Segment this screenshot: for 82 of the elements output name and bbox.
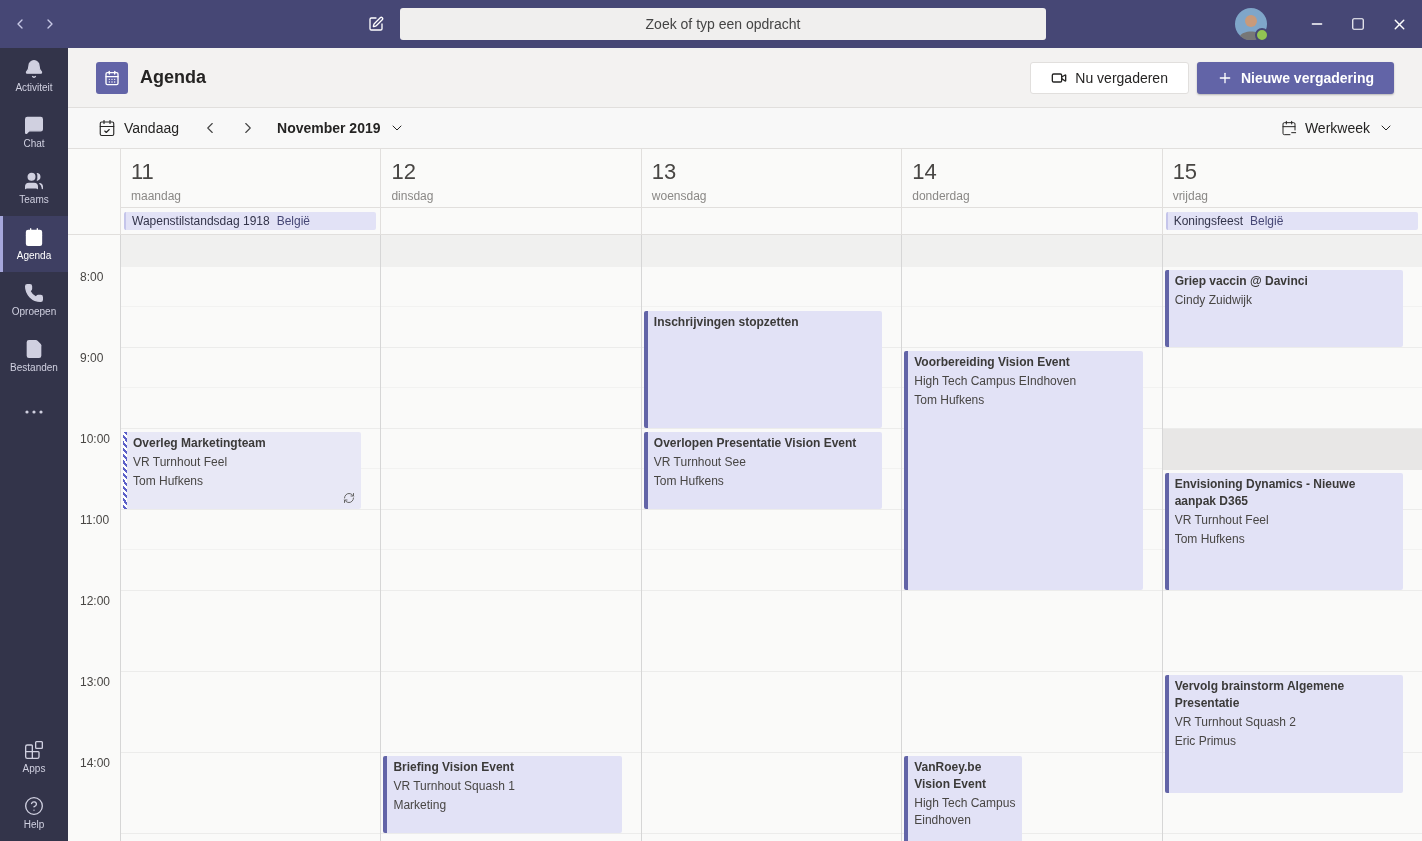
day-number: 13 [651,159,677,185]
event-detail: VR Turnhout Squash 2 [1174,714,1298,731]
view-dropdown[interactable]: Werkweek [1280,120,1394,136]
weekday-label: vrijdag [1172,189,1208,203]
event-title: VanRoey.be Vision Event [914,759,988,793]
sidebar-icon [24,339,44,359]
day-number: 11 [131,159,154,185]
event-detail: High Tech Campus EIndhoven [914,373,1078,390]
search-field[interactable]: Zoek of typ een opdracht [400,8,1046,40]
calendar-event[interactable]: Griep vaccin @ Davinci Cindy Zuidwijk [1164,270,1404,347]
hour-label: 13:00 [80,675,111,689]
calendar-icon [1280,120,1297,136]
event-title: Overlopen Presentatie Vision Event [653,435,858,452]
event-detail: Tom Hufkens [1174,530,1246,548]
sidebar-icon [24,59,44,79]
sidebar-icon [24,171,44,191]
event-detail: Eric Primus [1174,733,1237,750]
sidebar-item[interactable]: Agenda [0,216,68,272]
weekday-label: dinsdag [391,189,434,203]
sidebar-item[interactable]: Teams [0,160,68,216]
sidebar-icon [24,740,44,760]
hour-label: 10:00 [80,432,111,446]
event-title: Inschrijvingen stopzetten [653,313,800,331]
sidebar-icon [24,115,44,135]
event-detail: Tom Hufkens [133,473,205,490]
maximize-icon[interactable] [1351,17,1365,31]
event-detail: VR Turnhout Squash 1 [393,778,516,795]
sidebar-item[interactable]: Oproepen [0,272,68,328]
calendar-app-icon [96,61,128,94]
calendar-event[interactable]: Inschrijvingen stopzetten [643,310,883,428]
month-dropdown[interactable]: November 2019 [277,120,405,136]
today-button[interactable]: Vandaag [98,119,179,137]
calendar-event[interactable]: Vervolg brainstorm Algemene Presentatie VR Turnhout Squash 2 Eric Primus [1164,675,1404,793]
day-number: 15 [1172,159,1198,185]
calendar-event[interactable]: Envisioning Dynamics - Nieuwe aanpak D365 VR Turnhout Feel Tom Hufkens [1164,472,1404,590]
new-meeting-button[interactable]: Nieuwe vergadering [1196,61,1394,94]
holiday-event[interactable]: Wapenstilstandsdag 1918 België [124,212,377,230]
hour-label: 11:00 [80,513,110,527]
avatar[interactable] [1235,8,1267,40]
event-detail: Cindy Zuidwijk [1174,292,1253,309]
event-detail: VR Turnhout Feel [133,454,229,471]
event-detail: VR Turnhout Feel [1174,511,1270,529]
event-title: Overleg Marketingteam [133,435,267,452]
day-number: 12 [391,159,416,185]
sidebar-item[interactable]: Activiteit [0,48,68,104]
weekday-label: maandag [131,189,182,203]
event-title: Vervolg brainstorm Algemene Presentatie [1174,678,1346,712]
event-title: Briefing Vision Event [393,759,515,776]
weekday-label: woensdag [651,189,707,203]
event-title: Griep vaccin @ Davinci [1174,273,1309,290]
calendar-event[interactable]: VanRoey.be Vision Event High Tech Campus Eindhoven [904,756,1023,841]
calendar-icon [98,119,116,137]
status-dot [1255,28,1269,42]
sidebar-icon [24,227,44,247]
event-detail: Tom Hufkens [914,392,986,409]
sidebar-item[interactable]: Help [0,785,68,841]
sidebar-item[interactable]: Bestanden [0,328,68,384]
sidebar-icon [24,283,44,303]
hour-label: 12:00 [80,594,111,608]
meet-now-button[interactable]: Nu vergaderen [1030,61,1189,94]
page-title: Agenda [140,67,206,88]
event-detail: Marketing [393,797,448,814]
more-icon [25,410,43,414]
calendar-event[interactable]: Voorbereiding Vision Event High Tech Campus EIndhoven Tom Hufkens [904,351,1143,590]
day-number: 14 [912,159,937,185]
hour-label: 14:00 [80,756,111,770]
event-title: Voorbereiding Vision Event [914,354,1071,371]
event-detail: High Tech Campus Eindhoven [914,795,1017,829]
calendar-event[interactable]: Overlopen Presentatie Vision Event VR Turnhout See Tom Hufkens [643,432,883,509]
event-detail: Tom Hufkens [653,473,725,490]
hour-label: 8:00 [80,270,104,284]
hour-label: 9:00 [80,351,104,365]
event-detail: VR Turnhout See [653,454,747,471]
sidebar-item[interactable]: Apps [0,729,68,785]
sidebar-item[interactable]: Chat [0,104,68,160]
calendar-event[interactable]: Briefing Vision Event VR Turnhout Squash 1 Marketing [383,756,622,833]
compose-icon[interactable] [368,16,384,32]
sidebar-icon [24,796,44,816]
holiday-event[interactable]: Koningsfeest België [1165,212,1419,230]
event-title: Envisioning Dynamics - Nieuwe aanpak D365 [1174,475,1357,510]
calendar-event[interactable]: Overleg Marketingteam VR Turnhout Feel Tom Hufkens [123,432,362,509]
weekday-label: donderdag [912,189,970,203]
